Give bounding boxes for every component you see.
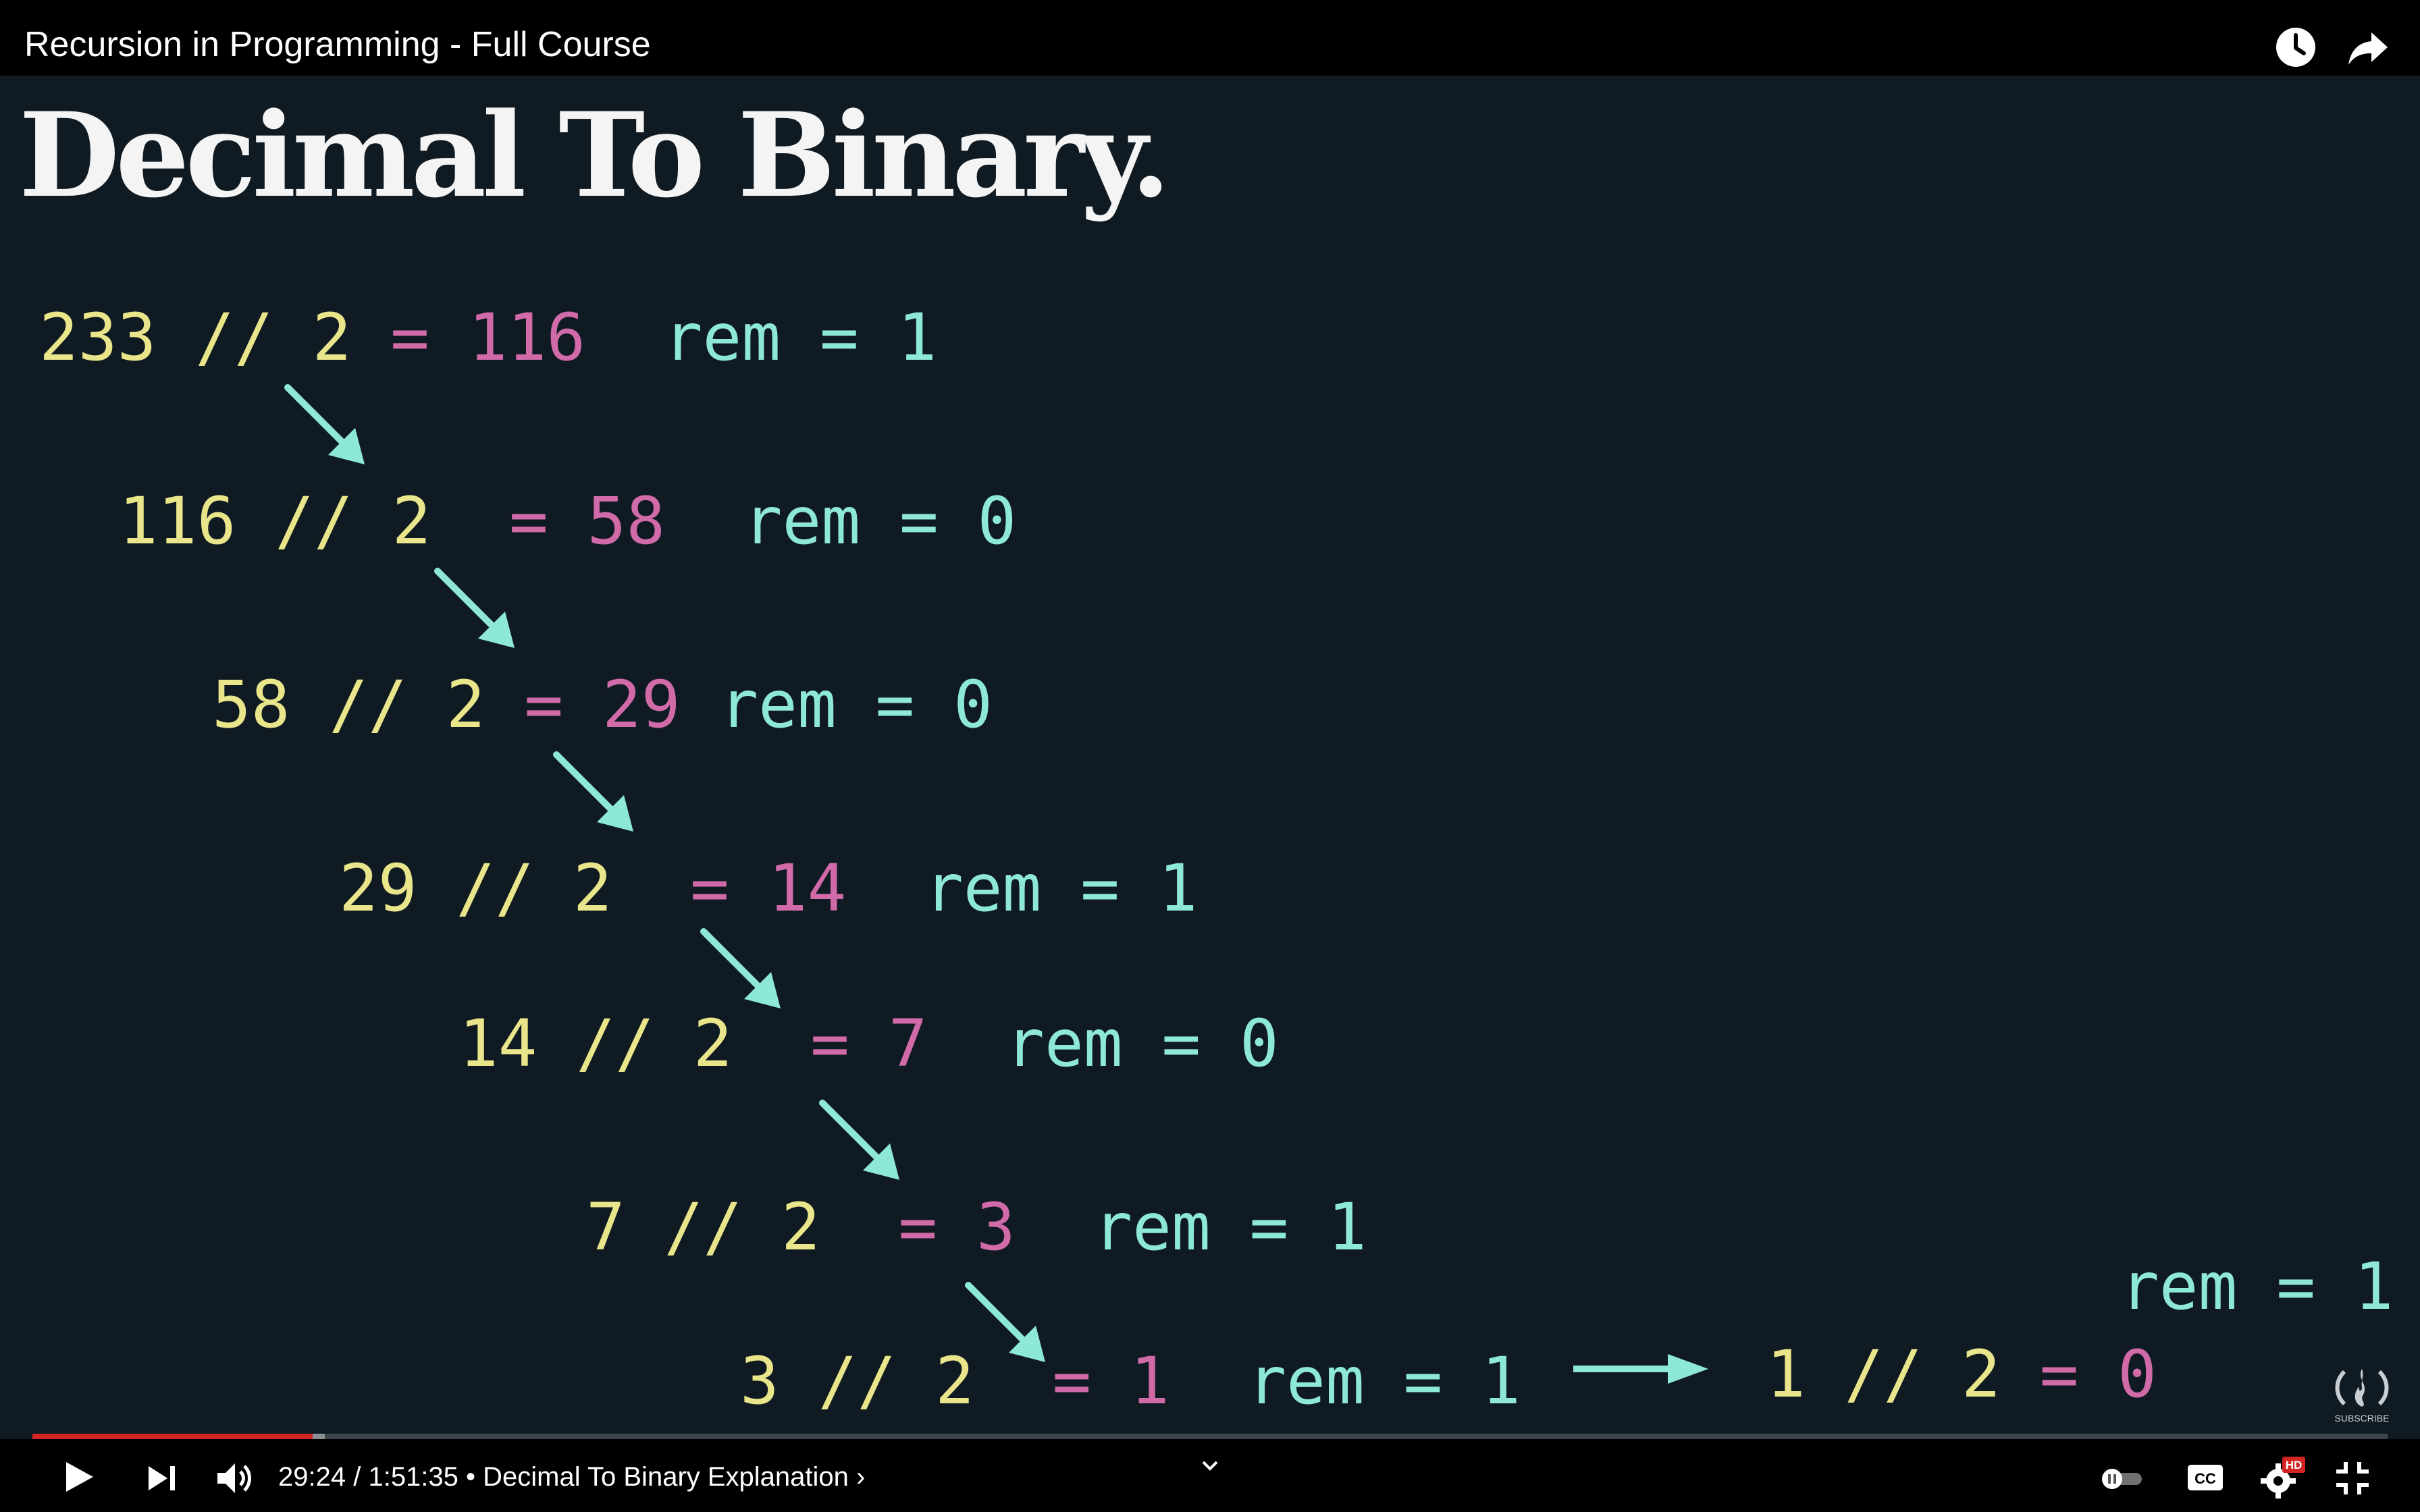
remainder: rem = 1 — [1169, 1343, 1521, 1419]
chapter-chevron[interactable]: › — [856, 1462, 865, 1492]
divisor: 2 — [1961, 1336, 2001, 1412]
quotient: 0 — [2118, 1336, 2157, 1412]
floor-div-operator: // — [236, 483, 392, 559]
equals-sign: = — [2000, 1336, 2118, 1412]
floor-div-operator: // — [625, 1189, 781, 1265]
diagonal-arrow-icon — [434, 568, 515, 648]
dividend: 1 — [1766, 1336, 1806, 1412]
dividend: 233 — [39, 300, 157, 375]
quotient: 7 — [888, 1006, 928, 1081]
quotient: 1 — [1130, 1343, 1169, 1419]
remainder: rem = 0 — [927, 1006, 1279, 1081]
divisor: 2 — [312, 300, 352, 375]
division-row: 116 // 2 = 58 rem = 0 — [119, 489, 1016, 554]
remainder: rem = 0 — [665, 483, 1017, 559]
diagonal-arrow-icon — [553, 751, 633, 832]
divisor: 2 — [573, 850, 612, 926]
time-separator: / — [346, 1462, 369, 1492]
equals-sign: = — [431, 483, 587, 559]
floor-div-operator: // — [156, 300, 313, 375]
dividend: 29 — [339, 850, 417, 926]
diagonal-arrow-icon — [965, 1282, 1045, 1362]
dividend: 3 — [740, 1343, 779, 1419]
logo-subscribe-text: SUBSCRIBE — [2335, 1413, 2390, 1424]
final-division-row: 1 // 2 = 0 — [1766, 1342, 2157, 1407]
quotient: 14 — [768, 850, 847, 926]
remainder: rem = 1 — [846, 850, 1198, 926]
hd-badge: HD — [2286, 1459, 2303, 1472]
divisor: 2 — [781, 1189, 820, 1265]
quotient: 29 — [602, 667, 681, 742]
freecodecamp-logo-icon[interactable]: SUBSCRIBE — [2330, 1357, 2394, 1424]
time-display: 29:24 / 1:51:35 • Decimal To Binary Expl… — [278, 1462, 865, 1492]
division-row: 3 // 2 = 1 rem = 1 — [740, 1349, 1521, 1413]
floor-div-operator: // — [779, 1343, 935, 1419]
current-time: 29:24 — [278, 1462, 346, 1492]
quotient: 58 — [587, 483, 666, 559]
volume-icon[interactable] — [215, 1459, 255, 1497]
floor-div-operator: // — [290, 667, 446, 742]
equals-sign: = — [485, 667, 602, 742]
diagonal-arrow-icon — [284, 384, 365, 464]
skip-next-icon[interactable] — [144, 1461, 180, 1496]
chevron-down-icon[interactable] — [1199, 1458, 1221, 1474]
division-row: 7 // 2 = 3 rem = 1 — [586, 1195, 1367, 1260]
diagonal-arrow-icon — [700, 928, 781, 1008]
divisor: 2 — [392, 483, 431, 559]
duration: 1:51:35 — [368, 1462, 458, 1492]
bullet-separator: • — [458, 1462, 483, 1492]
final-remainder: rem = 1 — [2120, 1249, 2394, 1324]
quotient: 116 — [468, 300, 586, 375]
equals-sign: = — [351, 300, 469, 375]
play-icon[interactable] — [59, 1458, 97, 1496]
dividend: 7 — [586, 1189, 625, 1265]
cc-icon[interactable]: CC — [2186, 1461, 2224, 1494]
quotient: 3 — [976, 1189, 1016, 1265]
video-title[interactable]: Recursion in Programming - Full Course — [24, 24, 651, 65]
progress-played — [32, 1434, 313, 1439]
dividend: 14 — [459, 1006, 537, 1081]
floor-div-operator: // — [537, 1006, 693, 1081]
remainder: rem = 0 — [680, 667, 993, 742]
gear-icon[interactable]: HD — [2259, 1454, 2307, 1501]
division-row: 233 // 2 = 116 rem = 1 — [39, 305, 937, 370]
autoplay-toggle-icon[interactable] — [2099, 1465, 2147, 1492]
floor-div-operator: // — [1805, 1336, 1962, 1412]
dividend: 58 — [212, 667, 290, 742]
remainder: rem = 1 — [585, 300, 937, 375]
cc-label: CC — [2194, 1470, 2216, 1487]
right-arrow-icon — [1573, 1354, 1708, 1384]
division-row: 29 // 2 = 14 rem = 1 — [339, 856, 1198, 921]
clock-icon[interactable] — [2273, 24, 2319, 70]
share-arrow-icon[interactable] — [2344, 24, 2390, 70]
diagonal-arrow-icon — [819, 1100, 899, 1180]
divisor: 2 — [446, 667, 485, 742]
slide-title: Decimal To Binary. — [19, 86, 1171, 223]
remainder: rem = 1 — [1015, 1189, 1367, 1265]
dividend: 116 — [119, 483, 236, 559]
floor-div-operator: // — [417, 850, 573, 926]
exit-fullscreen-icon[interactable] — [2332, 1458, 2373, 1498]
progress-bar[interactable] — [32, 1434, 2388, 1439]
division-row: 58 // 2 = 29 rem = 0 — [212, 672, 993, 737]
division-row: 14 // 2 = 7 rem = 0 — [459, 1011, 1279, 1076]
equals-sign: = — [612, 850, 768, 926]
equals-sign: = — [820, 1189, 976, 1265]
chapter-title[interactable]: Decimal To Binary Explanation — [483, 1462, 849, 1492]
